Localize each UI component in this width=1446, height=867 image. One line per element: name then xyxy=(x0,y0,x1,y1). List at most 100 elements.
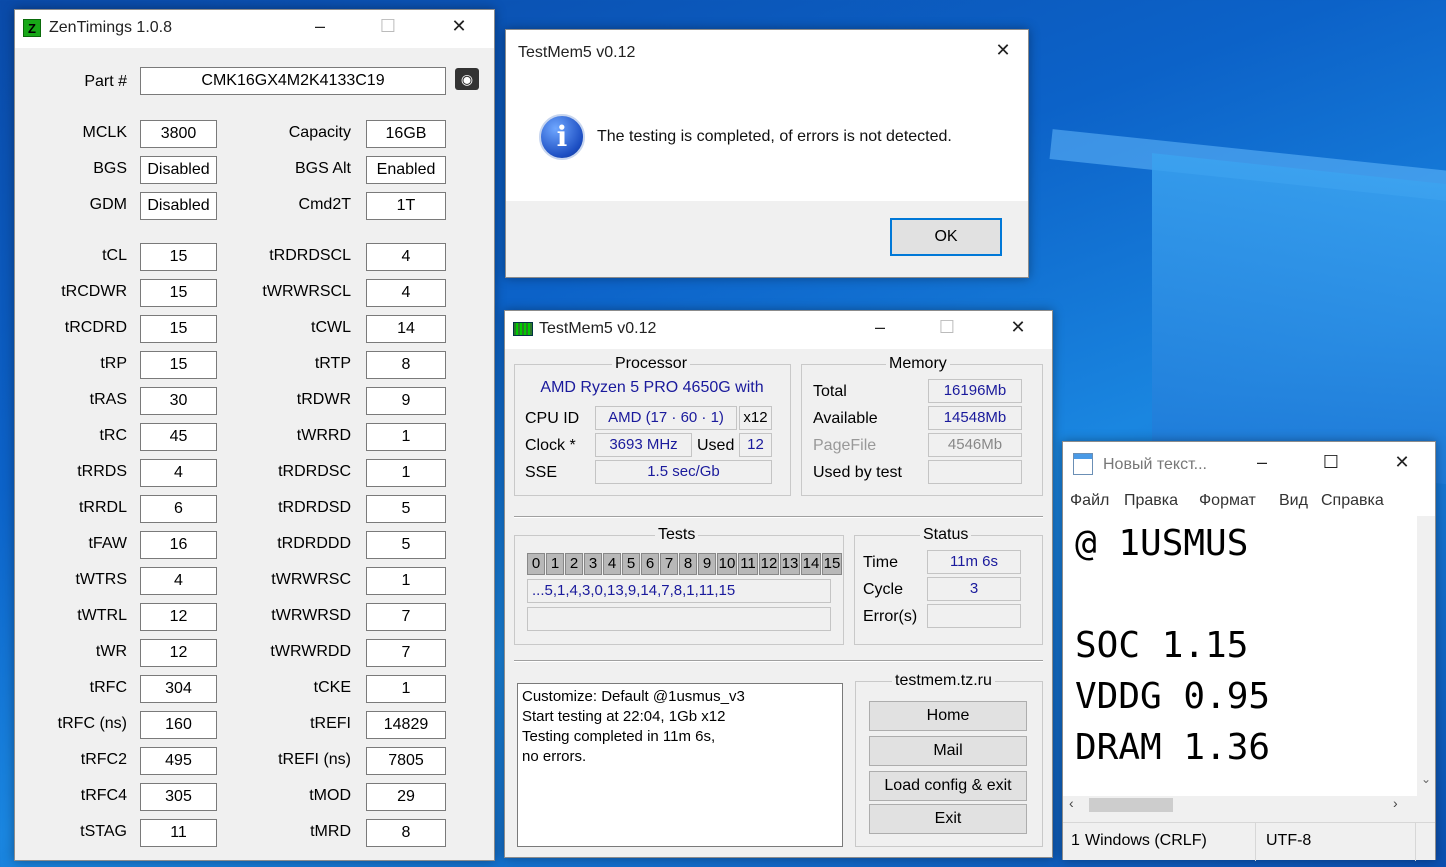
timing-label: tMOD xyxy=(309,787,351,804)
used-by-test-field xyxy=(928,460,1022,484)
menu-help[interactable]: Справка xyxy=(1321,492,1384,510)
exit-button[interactable]: Exit xyxy=(869,804,1027,834)
timing-label: MCLK xyxy=(82,124,127,141)
timing-value: 11 xyxy=(140,819,217,847)
text-line xyxy=(1075,569,1419,620)
timing-label: tWRWRSCL xyxy=(262,283,351,300)
text-line: DRAM 1.36 xyxy=(1075,727,1271,768)
processor-name: AMD Ryzen 5 PRO 4650G with xyxy=(540,379,764,396)
timing-label: tSTAG xyxy=(80,823,127,840)
testmem-dialog: TestMem5 v0.12 ✕ i The testing is comple… xyxy=(505,29,1029,278)
notepad-window: Новый текст... – ☐ ✕ Файл Правка Формат … xyxy=(1062,441,1436,861)
timing-label: Cmd2T xyxy=(298,196,351,213)
processor-group: Processor AMD Ryzen 5 PRO 4650G with CPU… xyxy=(514,355,791,496)
notepad-text-area[interactable]: @ 1USMUS SOC 1.15 VDDG 0.95 DRAM 1.36 xyxy=(1063,516,1419,796)
testmem-titlebar[interactable]: TestMem5 v0.12 – ☐ ✕ xyxy=(505,311,1052,349)
scroll-right-icon[interactable]: › xyxy=(1393,795,1398,811)
scroll-down-icon[interactable]: ⌄ xyxy=(1421,772,1431,786)
status-heading: Status xyxy=(920,526,972,544)
cpuid-label: CPU ID xyxy=(525,410,580,427)
home-button[interactable]: Home xyxy=(869,701,1027,731)
timing-label: tWRWRSD xyxy=(271,607,351,624)
timing-value: 5 xyxy=(366,531,446,559)
log-line: Customize: Default @1usmus_v3 xyxy=(522,688,745,705)
total-label: Total xyxy=(813,383,847,400)
timing-label: tFAW xyxy=(88,535,127,552)
ok-button[interactable]: OK xyxy=(890,218,1002,256)
used-label: Used xyxy=(697,437,735,454)
menu-format[interactable]: Формат xyxy=(1199,492,1256,510)
log-textbox[interactable]: Customize: Default @1usmus_v3 Start testi… xyxy=(517,683,843,847)
minimize-icon[interactable]: – xyxy=(1239,446,1285,480)
timing-label: tREFI (ns) xyxy=(278,751,351,768)
timing-value: 15 xyxy=(140,243,217,271)
timing-label: tWRRD xyxy=(296,427,351,444)
close-icon[interactable]: ✕ xyxy=(980,34,1026,68)
pagefile-field: 4546Mb xyxy=(928,433,1022,457)
memory-heading: Memory xyxy=(886,355,950,373)
timing-label: tWR xyxy=(95,643,127,660)
timing-label: tRCDWR xyxy=(61,283,127,300)
log-line: no errors. xyxy=(522,748,587,765)
memory-chip-icon xyxy=(513,322,533,336)
test-extra-field xyxy=(527,607,831,631)
timing-label: tRFC4 xyxy=(80,787,127,804)
sse-label: SSE xyxy=(525,464,558,481)
timing-label: tWTRS xyxy=(75,571,127,588)
test-cell: 15 xyxy=(822,553,842,575)
test-cell: 5 xyxy=(622,553,640,575)
camera-icon[interactable]: ◉ xyxy=(455,68,479,90)
window-title: TestMem5 v0.12 xyxy=(539,320,657,337)
test-cell: 6 xyxy=(641,553,659,575)
available-label: Available xyxy=(813,410,878,427)
dialog-message: The testing is completed, of errors is n… xyxy=(597,128,952,145)
test-sequence-field: ...5,1,4,3,0,13,9,14,7,8,1,11,15 xyxy=(527,579,831,603)
menu-view[interactable]: Вид xyxy=(1279,492,1308,510)
timing-value: 1 xyxy=(366,675,446,703)
processor-heading: Processor xyxy=(612,355,691,373)
timing-value: 9 xyxy=(366,387,446,415)
minimize-icon[interactable]: – xyxy=(857,311,903,345)
load-config-exit-button[interactable]: Load config & exit xyxy=(869,771,1027,801)
horizontal-scrollbar[interactable]: ‹ › xyxy=(1063,795,1419,814)
test-cell: 8 xyxy=(679,553,697,575)
scroll-thumb[interactable] xyxy=(1089,798,1173,812)
timing-label: tRFC xyxy=(89,679,127,696)
test-cell: 2 xyxy=(565,553,583,575)
clock-field: 3693 MHz xyxy=(595,433,692,457)
window-title: Новый текст... xyxy=(1103,456,1207,473)
timing-value: 12 xyxy=(140,639,217,667)
close-icon[interactable]: ✕ xyxy=(1379,446,1425,480)
notepad-icon xyxy=(1073,453,1093,475)
test-cell: 14 xyxy=(801,553,821,575)
log-line: Testing completed in 11m 6s, xyxy=(522,728,716,745)
scroll-left-icon[interactable]: ‹ xyxy=(1069,795,1074,811)
timing-label: tRDRDSC xyxy=(278,463,351,480)
timing-label: tRFC (ns) xyxy=(57,715,127,732)
timing-value: 45 xyxy=(140,423,217,451)
maximize-icon[interactable]: ☐ xyxy=(1308,446,1354,480)
timing-label: tRCDRD xyxy=(64,319,127,336)
mail-button[interactable]: Mail xyxy=(869,736,1027,766)
available-field: 14548Mb xyxy=(928,406,1022,430)
zentimings-titlebar[interactable]: Z ZenTimings 1.0.8 – ☐ ✕ xyxy=(15,10,494,48)
menu-edit[interactable]: Правка xyxy=(1124,492,1178,510)
status-line-ending: Windows (CRLF) xyxy=(1085,832,1207,849)
timing-value: 305 xyxy=(140,783,217,811)
site-link[interactable]: testmem.tz.ru xyxy=(892,672,995,690)
vertical-scrollbar[interactable]: ⌄ xyxy=(1417,516,1435,796)
zentimings-logo-icon: Z xyxy=(23,19,41,37)
divider xyxy=(514,660,1043,662)
tests-heading: Tests xyxy=(655,526,699,544)
zentimings-window: Z ZenTimings 1.0.8 – ☐ ✕ Part # CMK16GX4… xyxy=(14,9,495,861)
minimize-icon[interactable]: – xyxy=(297,10,343,44)
close-icon[interactable]: ✕ xyxy=(436,10,482,44)
timing-value: 8 xyxy=(366,819,446,847)
timing-label: tWRWRDD xyxy=(270,643,351,660)
menu-file[interactable]: Файл xyxy=(1070,492,1109,510)
timing-value: 3800 xyxy=(140,120,217,148)
timing-value: 14829 xyxy=(366,711,446,739)
close-icon[interactable]: ✕ xyxy=(995,311,1041,345)
timing-label: Capacity xyxy=(288,124,351,141)
notepad-titlebar[interactable]: Новый текст... – ☐ ✕ xyxy=(1063,442,1435,486)
